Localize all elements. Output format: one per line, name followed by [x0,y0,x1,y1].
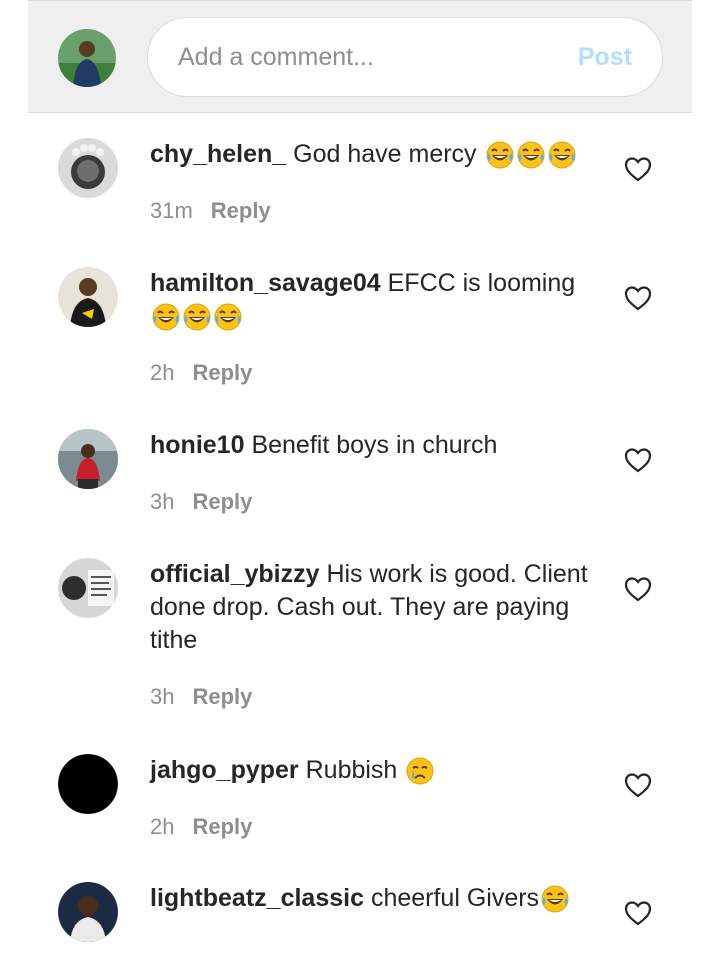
comment-body: EFCC is looming [387,269,576,297]
comment-text: jahgo_pyper Rubbish [150,754,590,787]
reply-button[interactable]: Reply [192,489,252,514]
comment-timestamp: 3h [150,489,175,514]
reply-button[interactable]: Reply [192,360,252,385]
heart-icon[interactable] [624,900,652,926]
comment-body: God have mercy [293,140,477,168]
comment-meta: 2h Reply [150,814,252,840]
laughing-tears-emoji [182,302,212,332]
comment-username[interactable]: lightbeatz_classic [150,884,364,912]
comment-meta: 2h Reply [150,360,252,386]
comment-text: lightbeatz_classic cheerful Givers [150,882,590,915]
comment-body: Rubbish [305,756,398,784]
avatar[interactable] [58,138,118,198]
comment-username[interactable]: official_ybizzy [150,560,320,588]
avatar[interactable] [58,558,118,618]
laughing-tears-emoji [213,302,243,332]
comment-body: cheerful Givers [370,884,540,912]
comment-meta: 31m Reply [150,198,271,224]
post-button[interactable]: Post [578,18,632,96]
avatar[interactable] [58,267,118,327]
comment-timestamp: 2h [150,814,175,839]
comment-input-box: Post [147,17,663,97]
comment-username[interactable]: hamilton_savage04 [150,269,381,297]
comment-username[interactable]: jahgo_pyper [150,756,299,784]
reply-button[interactable]: Reply [192,684,252,709]
crying-emoji [405,756,435,786]
comment-body: Benefit boys in church [251,431,498,459]
avatar[interactable] [58,754,118,814]
laughing-tears-emoji [540,884,570,914]
comment-meta: 3h Reply [150,489,252,515]
comment-username[interactable]: chy_helen_ [150,140,286,168]
reply-button[interactable]: Reply [192,814,252,839]
comment-meta: 3h Reply [150,684,252,710]
heart-icon[interactable] [624,447,652,473]
current-user-avatar[interactable] [58,29,116,87]
comment-username[interactable]: honie10 [150,431,244,459]
comment-composer: Post [28,0,692,113]
heart-icon[interactable] [624,576,652,602]
comment-timestamp: 31m [150,198,193,223]
laughing-tears-emoji [485,140,515,170]
laughing-tears-emoji [547,140,577,170]
heart-icon[interactable] [624,285,652,311]
comment-input[interactable] [178,18,558,96]
avatar[interactable] [58,882,118,942]
laughing-tears-emoji [151,302,181,332]
comment-text: official_ybizzy His work is good. Client… [150,558,590,657]
laughing-tears-emoji [516,140,546,170]
comment-text: honie10 Benefit boys in church [150,429,590,462]
comment-timestamp: 3h [150,684,175,709]
heart-icon[interactable] [624,772,652,798]
comment-text: chy_helen_ God have mercy [150,138,590,171]
comment-timestamp: 2h [150,360,175,385]
heart-icon[interactable] [624,156,652,182]
comment-text: hamilton_savage04 EFCC is looming [150,267,590,333]
reply-button[interactable]: Reply [211,198,271,223]
avatar[interactable] [58,429,118,489]
